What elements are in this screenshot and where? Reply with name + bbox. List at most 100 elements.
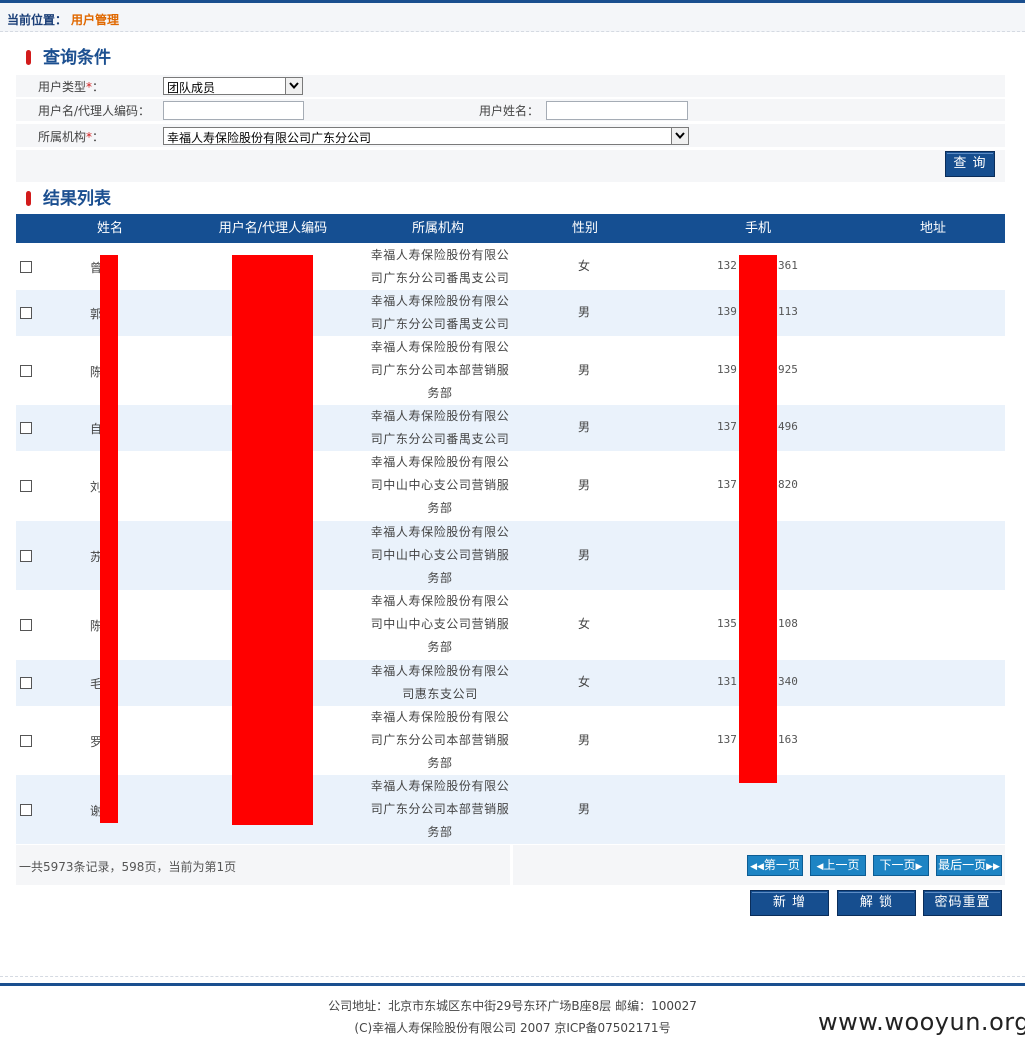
row-gender: 男 (578, 733, 591, 747)
row-phone-start: 139 (717, 363, 737, 376)
section-marker-icon (26, 191, 31, 206)
pagination-info: 一共5973条记录，598页，当前为第1页 (19, 860, 237, 874)
row-gender: 男 (578, 305, 591, 319)
query-row-user-name: 用户名/代理人编码： 用户姓名： (16, 99, 1005, 121)
username-input[interactable] (163, 101, 304, 120)
row-gender: 女 (578, 259, 591, 273)
row-checkbox[interactable] (20, 550, 32, 562)
row-phone-start: 135 (717, 617, 737, 630)
row-checkbox[interactable] (20, 422, 32, 434)
table-row[interactable]: 自 东幸福人寿保险股份有限公司广东分公司番禺支公司男137496 (16, 405, 1005, 451)
row-checkbox[interactable] (20, 307, 32, 319)
row-phone-start: 137 (717, 478, 737, 491)
realname-input[interactable] (546, 101, 688, 120)
row-org: 幸福人寿保险股份有限公司中山中心支公司营销服务部 (370, 525, 510, 585)
search-button[interactable]: 查 询 (945, 151, 995, 177)
row-phone-end: 361 (778, 259, 798, 272)
user-type-label: 用户类型*： (38, 80, 105, 94)
pagination-info-bar: 一共5973条记录，598页，当前为第1页 (16, 845, 510, 885)
row-phone-end: 340 (778, 675, 798, 688)
section-marker-icon (26, 50, 31, 65)
row-gender: 男 (578, 802, 591, 816)
column-header-address[interactable]: 地址 (908, 214, 958, 243)
column-header-name[interactable]: 姓名 (80, 214, 140, 243)
reset-password-button[interactable]: 密码重置 (923, 890, 1002, 916)
row-phone-end: 925 (778, 363, 798, 376)
row-phone-start: 137 (717, 420, 737, 433)
redaction-block-names (100, 255, 118, 823)
table-row[interactable]: 毛 文幸福人寿保险股份有限公司惠东支公司女131340 (16, 660, 1005, 706)
org-select[interactable]: 幸福人寿保险股份有限公司广东分公司 (163, 127, 689, 145)
row-phone-end: 820 (778, 478, 798, 491)
footer-divider (0, 976, 1025, 978)
row-checkbox[interactable] (20, 619, 32, 631)
watermark: www.wooyun.org (818, 1008, 1025, 1036)
column-header-org[interactable]: 所属机构 (398, 214, 478, 243)
footer-accent-bar (0, 983, 1025, 986)
row-phone-end: 108 (778, 617, 798, 630)
chevron-down-icon[interactable] (671, 128, 688, 144)
row-org: 幸福人寿保险股份有限公司广东分公司番禺支公司 (370, 409, 510, 446)
first-page-button[interactable]: ◀◀第一页 (747, 855, 803, 876)
row-phone-end: 496 (778, 420, 798, 433)
row-phone-start: 131 (717, 675, 737, 688)
table-row[interactable]: 陈 明幸福人寿保险股份有限公司广东分公司本部营销服务部男139925 (16, 336, 1005, 405)
row-gender: 女 (578, 675, 591, 689)
table-row[interactable]: 曾 英幸福人寿保险股份有限公司广东分公司番禺支公司女132361 (16, 244, 1005, 290)
redaction-block-usernames (232, 255, 313, 825)
user-type-select[interactable]: 团队成员 (163, 77, 303, 95)
query-button-bar: 查 询 (16, 150, 1005, 182)
redaction-block-phones (739, 255, 777, 783)
row-org: 幸福人寿保险股份有限公司广东分公司番禺支公司 (370, 294, 510, 331)
table-row[interactable]: 刘 基幸福人寿保险股份有限公司中山中心支公司营销服务部男137820 (16, 451, 1005, 521)
table-row[interactable]: 苏 辉幸福人寿保险股份有限公司中山中心支公司营销服务部男 (16, 521, 1005, 590)
row-phone-start: 137 (717, 733, 737, 746)
row-gender: 男 (578, 478, 591, 492)
query-row-user-type: 用户类型*： 团队成员 (16, 75, 1005, 97)
username-label: 用户名/代理人编码： (38, 104, 151, 118)
breadcrumb: 当前位置： 用户管理 (7, 11, 119, 28)
table-row[interactable]: 郭 辉幸福人寿保险股份有限公司广东分公司番禺支公司男139113 (16, 290, 1005, 336)
row-checkbox[interactable] (20, 735, 32, 747)
row-org: 幸福人寿保险股份有限公司广东分公司番禺支公司 (370, 248, 510, 285)
double-right-arrow-icon: ▶▶ (986, 862, 1000, 872)
row-phone-end: 163 (778, 733, 798, 746)
last-page-button[interactable]: 最后一页▶▶ (936, 855, 1002, 876)
row-org: 幸福人寿保险股份有限公司广东分公司本部营销服务部 (370, 779, 510, 839)
row-org: 幸福人寿保险股份有限公司广东分公司本部营销服务部 (370, 710, 510, 770)
realname-label: 用户姓名： (479, 104, 540, 118)
next-page-button[interactable]: 下一页▶ (873, 855, 929, 876)
breadcrumb-current: 用户管理 (71, 13, 120, 27)
row-checkbox[interactable] (20, 804, 32, 816)
results-table-header: 姓名 用户名/代理人编码 所属机构 性别 手机 地址 (16, 214, 1005, 243)
column-header-gender[interactable]: 性别 (560, 214, 610, 243)
org-label: 所属机构*： (38, 130, 105, 144)
breadcrumb-label: 当前位置： (7, 13, 68, 27)
row-phone-end: 113 (778, 305, 798, 318)
column-header-username[interactable]: 用户名/代理人编码 (203, 214, 343, 243)
chevron-down-icon[interactable] (285, 78, 302, 94)
table-row[interactable]: 陈 群幸福人寿保险股份有限公司中山中心支公司营销服务部女135108 (16, 590, 1005, 660)
row-org: 幸福人寿保险股份有限公司中山中心支公司营销服务部 (370, 594, 510, 654)
column-header-phone[interactable]: 手机 (733, 214, 783, 243)
breadcrumb-bar: 当前位置： 用户管理 (0, 3, 1025, 32)
row-checkbox[interactable] (20, 677, 32, 689)
query-row-org: 所属机构*： 幸福人寿保险股份有限公司广东分公司 (16, 124, 1005, 147)
row-org: 幸福人寿保险股份有限公司中山中心支公司营销服务部 (370, 455, 510, 515)
double-left-arrow-icon: ◀◀ (750, 862, 764, 872)
row-checkbox[interactable] (20, 261, 32, 273)
row-gender: 男 (578, 420, 591, 434)
row-gender: 男 (578, 548, 591, 562)
unlock-button[interactable]: 解 锁 (837, 890, 916, 916)
row-gender: 女 (578, 617, 591, 631)
row-org: 幸福人寿保险股份有限公司惠东支公司 (370, 664, 510, 701)
row-phone-start: 139 (717, 305, 737, 318)
table-row[interactable]: 谢 鹏幸福人寿保险股份有限公司广东分公司本部营销服务部男 (16, 775, 1005, 844)
row-checkbox[interactable] (20, 480, 32, 492)
row-checkbox[interactable] (20, 365, 32, 377)
table-row[interactable]: 罗 锋幸福人寿保险股份有限公司广东分公司本部营销服务部男137163 (16, 706, 1005, 775)
add-button[interactable]: 新 增 (750, 890, 829, 916)
right-arrow-icon: ▶ (915, 862, 923, 872)
row-phone-start: 132 (717, 259, 737, 272)
prev-page-button[interactable]: ◀上一页 (810, 855, 866, 876)
